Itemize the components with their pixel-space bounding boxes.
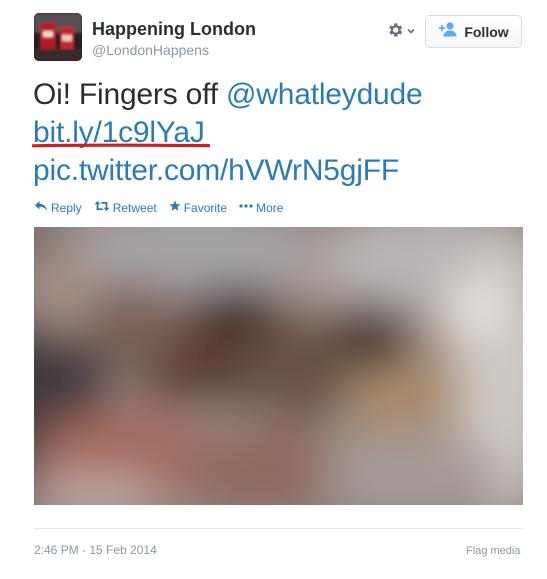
mention-link[interactable]: @whatleydude [226, 78, 423, 111]
retweet-icon [94, 200, 110, 215]
reply-label: Reply [51, 200, 82, 215]
user-handle[interactable]: @LondonHappens [92, 42, 209, 58]
pic-link[interactable]: pic.twitter.com/hVWrN5gjFF [33, 154, 399, 187]
favorite-label: Favorite [183, 200, 228, 215]
chevron-down-icon [406, 23, 416, 41]
tweet-text: Oi! Fingers off @whatleydude bit.ly/1c9l… [33, 76, 533, 190]
avatar[interactable] [34, 13, 82, 61]
divider [34, 528, 523, 529]
more-dots-icon [239, 200, 253, 215]
short-link[interactable]: bit.ly/1c9lYaJ [33, 116, 205, 149]
retweet-button[interactable]: Retweet [94, 200, 157, 215]
tweet-line-1: Oi! Fingers off @whatleydude [33, 76, 533, 114]
gear-menu-button[interactable] [386, 22, 420, 42]
tweet-line-3: pic.twitter.com/hVWrN5gjFF [33, 152, 533, 190]
tweet-card: Happening London @LondonHappens Follow O… [0, 0, 547, 579]
gear-icon [386, 21, 404, 44]
more-label: More [256, 200, 284, 215]
reply-icon [34, 200, 48, 215]
reply-button[interactable]: Reply [34, 200, 82, 215]
follow-label: Follow [464, 23, 509, 40]
follow-button[interactable]: Follow [425, 15, 522, 48]
tweet-media-image[interactable] [34, 227, 523, 505]
follow-person-plus-icon [438, 21, 458, 42]
flag-media-link[interactable]: Flag media [466, 545, 520, 557]
star-icon [169, 200, 181, 215]
retweet-label: Retweet [112, 200, 157, 215]
tweet-timestamp: 2:46 PM - 15 Feb 2014 [34, 543, 157, 557]
favorite-button[interactable]: Favorite [169, 200, 227, 215]
tweet-text-prefix: Oi! Fingers off [33, 78, 226, 111]
user-name[interactable]: Happening London [92, 19, 256, 40]
tweet-actions: Reply Retweet Favorite More [34, 200, 295, 215]
more-button[interactable]: More [239, 200, 283, 215]
tweet-line-2: bit.ly/1c9lYaJ [33, 114, 533, 152]
